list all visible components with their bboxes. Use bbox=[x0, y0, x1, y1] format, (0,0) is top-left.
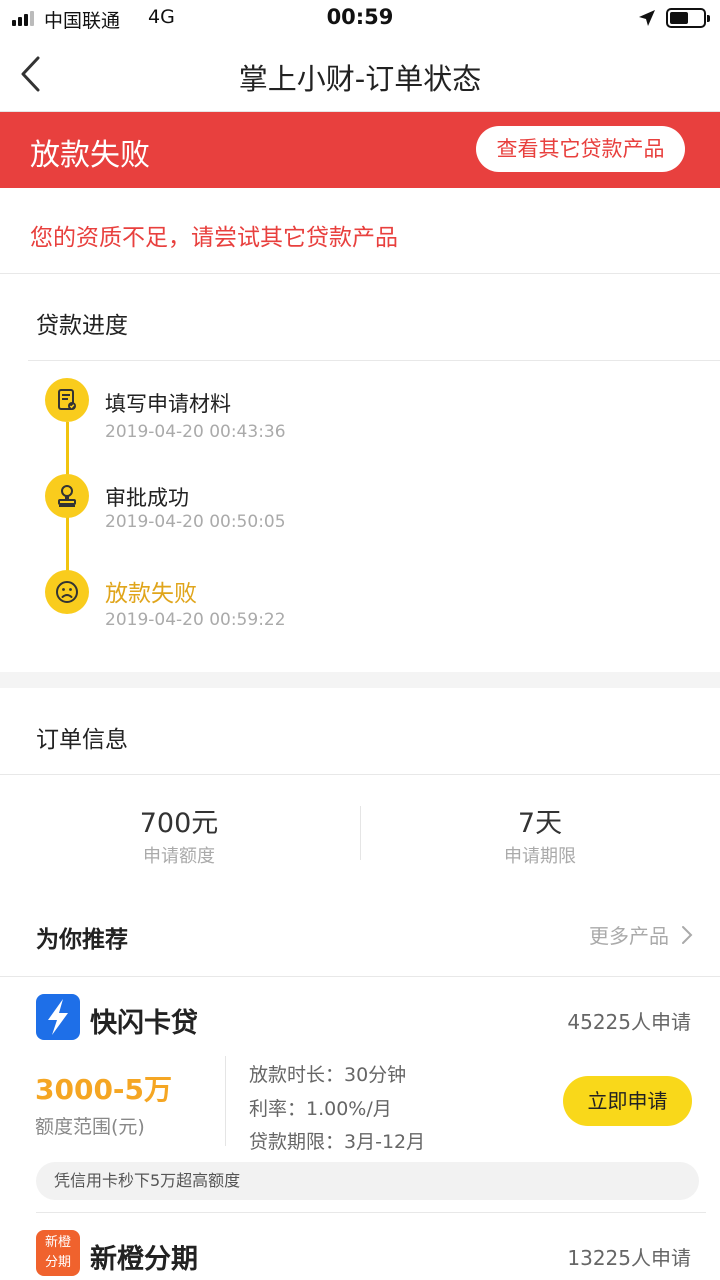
product-applicants: 13225人申请 bbox=[567, 1246, 691, 1270]
product-name[interactable]: 新橙分期 bbox=[90, 1237, 198, 1276]
timeline-step-time: 2019-04-20 00:50:05 bbox=[105, 512, 286, 532]
view-other-products-button[interactable]: 查看其它贷款产品 bbox=[476, 126, 685, 172]
section-divider bbox=[0, 672, 720, 688]
nav-bar: 掌上小财-订单状态 bbox=[0, 36, 720, 112]
apply-now-button[interactable]: 立即申请 bbox=[563, 1076, 692, 1126]
timeline-step-label: 填写申请材料 bbox=[105, 392, 231, 416]
timeline-step-label: 放款失败 bbox=[105, 581, 197, 607]
order-term-label: 申请期限 bbox=[504, 846, 576, 867]
page-title: 掌上小财-订单状态 bbox=[238, 62, 482, 96]
location-arrow-icon bbox=[639, 10, 655, 26]
product-amount: 3000-5万 bbox=[35, 1073, 173, 1106]
xincheng-logo: 新橙 分期 bbox=[36, 1230, 80, 1276]
more-products-link[interactable]: 更多产品 bbox=[589, 920, 669, 949]
timeline-step-label: 审批成功 bbox=[105, 486, 189, 510]
timeline-line bbox=[66, 422, 69, 482]
product-amount-label: 额度范围(元) bbox=[35, 1116, 145, 1138]
divider bbox=[225, 1056, 226, 1146]
timeline-line bbox=[66, 516, 69, 576]
order-amount-value: 700元 bbox=[139, 808, 219, 839]
timeline-step-time: 2019-04-20 00:59:22 bbox=[105, 610, 286, 630]
failure-reason: 您的资质不足，请尝试其它贷款产品 bbox=[30, 225, 398, 251]
battery-icon bbox=[666, 8, 710, 28]
status-banner: 放款失败 查看其它贷款产品 bbox=[0, 112, 720, 188]
divider bbox=[360, 806, 361, 860]
timeline-step-dot bbox=[45, 474, 89, 518]
product-detail-term: 贷款期限：3月-12月 bbox=[249, 1131, 426, 1153]
product-name[interactable]: 快闪卡贷 bbox=[90, 1001, 198, 1040]
order-section-title: 订单信息 bbox=[36, 727, 128, 753]
product-detail-duration: 放款时长：30分钟 bbox=[249, 1064, 407, 1086]
logo-text: 新橙 bbox=[44, 1235, 71, 1250]
product-detail-rate: 利率：1.00%/月 bbox=[249, 1098, 392, 1120]
status-time: 00:59 bbox=[326, 5, 394, 29]
timeline-step-dot bbox=[45, 378, 89, 422]
product-tagline: 凭信用卡秒下5万超高额度 bbox=[36, 1162, 699, 1200]
progress-section-title: 贷款进度 bbox=[36, 313, 128, 339]
recommend-title: 为你推荐 bbox=[36, 927, 128, 953]
logo-text: 分期 bbox=[44, 1255, 71, 1270]
sad-face-icon bbox=[56, 581, 78, 603]
order-amount-label: 申请额度 bbox=[143, 846, 215, 867]
order-term-value: 7天 bbox=[517, 808, 563, 839]
banner-title: 放款失败 bbox=[30, 138, 150, 173]
chevron-right-icon[interactable] bbox=[680, 924, 694, 946]
timeline-step-dot bbox=[45, 570, 89, 614]
timeline-step-time: 2019-04-20 00:43:36 bbox=[105, 422, 286, 442]
lightning-icon bbox=[36, 994, 80, 1040]
status-bar: 中国联通 4G 00:59 bbox=[0, 0, 720, 36]
product-applicants: 45225人申请 bbox=[567, 1010, 691, 1034]
document-check-icon bbox=[58, 389, 76, 410]
stamp-icon bbox=[58, 485, 76, 507]
